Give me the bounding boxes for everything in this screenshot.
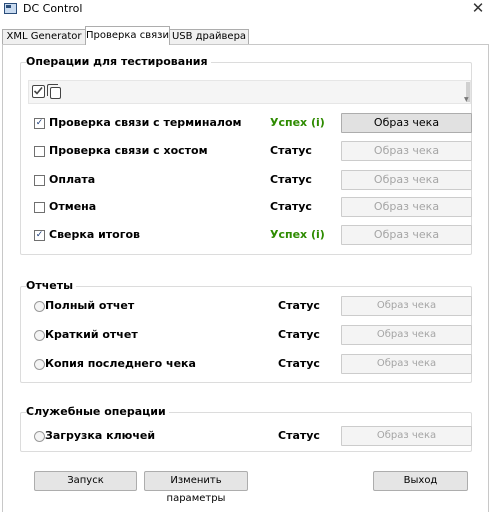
- receipt-image-button: Образ чека: [341, 225, 472, 245]
- radio-button[interactable]: [34, 301, 45, 312]
- status-text: Статус: [270, 173, 312, 186]
- radio-button[interactable]: [34, 431, 45, 442]
- checkbox-checked-icon[interactable]: [32, 85, 45, 98]
- test-checkbox[interactable]: ✓: [34, 230, 45, 241]
- receipt-image-button: Образ чека: [341, 354, 472, 374]
- status-text: Статус: [278, 299, 320, 312]
- status-text: Статус: [278, 429, 320, 442]
- test-operation-label: Проверка связи с хостом: [49, 144, 208, 157]
- tab-xml-generator[interactable]: XML Generator: [2, 29, 86, 44]
- test-checkbox[interactable]: [34, 175, 45, 186]
- tab-usb-drivers[interactable]: USB драйвера: [169, 29, 249, 44]
- receipt-image-button: Образ чека: [341, 141, 472, 161]
- status-text: Успех (i): [270, 116, 325, 129]
- test-operation-label: Отмена: [49, 200, 97, 213]
- status-text: Статус: [270, 200, 312, 213]
- change-parameters-button[interactable]: Изменить параметры: [144, 471, 248, 504]
- test-checkbox[interactable]: [34, 146, 45, 157]
- status-text: Успех (i): [270, 228, 325, 241]
- receipt-image-button[interactable]: Образ чека: [341, 113, 472, 133]
- reports-label: Полный отчет: [45, 299, 135, 312]
- test-checkbox[interactable]: ✓: [34, 118, 45, 129]
- testing-operations-title: Операции для тестирования: [26, 55, 211, 69]
- scroll-down-icon[interactable]: ▼: [464, 96, 469, 103]
- window-title: DC Control: [23, 2, 83, 15]
- run-button[interactable]: Запуск: [34, 471, 137, 491]
- tab-connection-check[interactable]: Проверка связи: [85, 26, 170, 45]
- reports-title: Отчеты: [26, 279, 77, 293]
- status-text: Статус: [278, 357, 320, 370]
- receipt-image-button: Образ чека: [341, 170, 472, 190]
- reports-label: Копия последнего чека: [45, 357, 196, 370]
- test-checkbox[interactable]: [34, 202, 45, 213]
- receipt-image-button: Образ чека: [341, 296, 472, 316]
- status-text: Статус: [270, 144, 312, 157]
- test-operation-label: Оплата: [49, 173, 96, 186]
- testing-toolbar: [28, 80, 471, 104]
- reports-label: Краткий отчет: [45, 328, 138, 341]
- radio-button[interactable]: [34, 359, 45, 370]
- test-operation-label: Проверка связи с терминалом: [49, 116, 242, 129]
- copy-icon[interactable]: [50, 87, 61, 99]
- status-text: Статус: [278, 328, 320, 341]
- service-operations-title: Служебные операции: [26, 405, 169, 419]
- radio-button[interactable]: [34, 330, 45, 341]
- receipt-image-button: Образ чека: [341, 426, 472, 446]
- service-label: Загрузка ключей: [45, 429, 156, 442]
- exit-button[interactable]: Выход: [373, 471, 468, 491]
- receipt-image-button: Образ чека: [341, 325, 472, 345]
- receipt-image-button: Образ чека: [341, 197, 472, 217]
- app-icon: [4, 3, 17, 14]
- close-icon[interactable]: ✕: [468, 0, 488, 17]
- test-operation-label: Сверка итогов: [49, 228, 140, 241]
